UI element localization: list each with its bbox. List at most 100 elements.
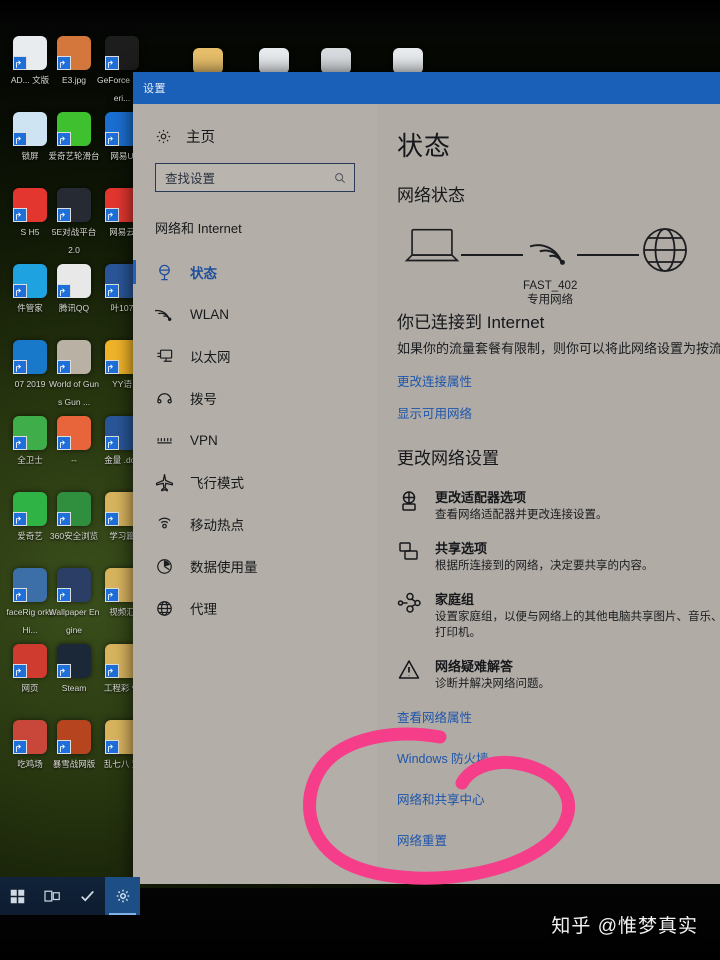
option-adapter[interactable]: 更改适配器选项 查看网络适配器并更改连接设置。	[397, 487, 720, 523]
network-diagram: FAST_402 专用网络	[403, 224, 720, 306]
pinned-app-button[interactable]	[70, 877, 105, 915]
sidebar-item-VPN[interactable]: VPN	[133, 419, 377, 461]
desktop-icon-label: 暴雪战网版	[52, 759, 96, 769]
desktop-icon-glyph	[57, 112, 91, 148]
link-show-available-networks[interactable]: 显示可用网络	[397, 403, 720, 422]
option-title: 共享选项	[435, 541, 488, 556]
link-change-connection-properties[interactable]: 更改连接属性	[397, 371, 720, 390]
desktop-icon-glyph	[13, 188, 47, 224]
desktop-icon-glyph	[13, 720, 47, 756]
dialup-icon	[155, 389, 174, 408]
desktop-icon-label: 视频汇	[109, 607, 135, 617]
desktop-icon-label: --	[71, 455, 77, 465]
desktop-file-icon[interactable]	[382, 48, 434, 74]
desktop-icon-label: 网页	[21, 683, 39, 693]
option-title: 家庭组	[435, 592, 475, 607]
desktop-icon-label: 锁屏	[21, 151, 39, 161]
desktop-file-icon[interactable]	[182, 48, 234, 74]
network-name-block: FAST_402 专用网络	[523, 279, 577, 307]
sidebar-item-代理[interactable]: 代理	[133, 587, 377, 629]
watermark: 知乎 @惟梦真实	[551, 916, 698, 937]
desktop-icon-glyph	[57, 492, 91, 528]
search-input[interactable]: 查找设置	[155, 163, 355, 192]
network-settings-option-list: 更改适配器选项 查看网络适配器并更改连接设置。 共享选项 根据所连接到的网络，决定要共…	[397, 487, 720, 692]
desktop-icon[interactable]: --	[48, 416, 100, 468]
desktop-icon[interactable]: 暴雪战网版	[48, 720, 100, 772]
sidebar-item-label: 状态	[190, 266, 217, 281]
change-network-settings-heading: 更改网络设置	[397, 449, 499, 468]
desktop-icon-label: 360安全浏览	[49, 531, 99, 541]
desktop-icon[interactable]: 腾讯QQ	[48, 264, 100, 316]
desktop-icon-label: E3.jpg	[61, 75, 87, 85]
sidebar-section-label: 网络和 Internet	[155, 221, 242, 236]
start-button[interactable]	[0, 877, 35, 915]
desktop-icon[interactable]: 360安全浏览	[48, 492, 100, 544]
bottom-link-1[interactable]: Windows 防火墙	[397, 748, 720, 767]
desktop-icon-label: 全卫士	[17, 455, 43, 465]
desktop-icon-glyph	[13, 416, 47, 452]
status-icon	[155, 263, 174, 282]
sidebar-item-拨号[interactable]: 拨号	[133, 377, 377, 419]
desktop-icon-label: 爱奇艺轮滑台	[48, 151, 100, 161]
window-title-bar[interactable]: 设置	[133, 72, 720, 104]
option-troubleshoot[interactable]: 网络疑难解答 诊断并解决网络问题。	[397, 656, 720, 692]
desktop-icon-label: 腾讯QQ	[58, 303, 90, 313]
desktop-icon-glyph	[13, 112, 47, 148]
connected-description: 如果你的流量套餐有限制，则你可以将此网络设置为按流量计费的连接，或者更改其他属性…	[397, 341, 720, 356]
desktop-icon-label: YY语	[112, 379, 132, 389]
desktop-file-glyph	[321, 48, 351, 74]
desktop-icon[interactable]: Steam	[48, 644, 100, 696]
desktop-icon-label: 叶107	[110, 303, 134, 313]
sidebar-home-label: 主页	[186, 130, 215, 146]
bottom-link-0[interactable]: 查看网络属性	[397, 707, 720, 726]
sidebar-item-label: VPN	[190, 432, 218, 448]
desktop-file-glyph	[193, 48, 223, 74]
option-title: 网络疑难解答	[435, 659, 514, 674]
desktop-icon-glyph	[13, 644, 47, 680]
sidebar-item-以太网[interactable]: 以太网	[133, 335, 377, 377]
sidebar-item-飞行模式[interactable]: 飞行模式	[133, 461, 377, 503]
option-homegroup[interactable]: 家庭组设置家庭组，以便与网络上的其他电脑共享图片、音乐、文件和打印机。	[397, 589, 720, 641]
desktop-icon[interactable]: 5E对战平台 2.0	[48, 188, 100, 258]
desktop-file-icon[interactable]	[248, 48, 300, 74]
sidebar-item-label: 拨号	[190, 392, 217, 407]
sidebar-item-WLAN[interactable]: WLAN	[133, 293, 377, 335]
desktop-icon-glyph	[57, 720, 91, 756]
sidebar-item-label: 数据使用量	[190, 560, 258, 575]
network-ssid: FAST_402	[523, 280, 578, 292]
sidebar-item-状态[interactable]: 状态	[133, 251, 377, 293]
desktop-icon-label: 网易云	[109, 227, 135, 237]
network-status-heading: 网络状态	[397, 186, 465, 205]
desktop-icon[interactable]: 爱奇艺轮滑台	[48, 112, 100, 164]
wifi-link-group: FAST_402 专用网络	[523, 224, 577, 307]
desktop-icon-glyph	[13, 36, 47, 72]
option-description: 设置家庭组，以便与网络上的其他电脑共享图片、音乐、文件和打印机。	[435, 611, 720, 639]
settings-taskbar-button[interactable]	[105, 877, 140, 915]
window-title: 设置	[143, 83, 166, 95]
desktop-icon-label: 件管家	[17, 303, 43, 313]
desktop-icon-glyph	[13, 492, 47, 528]
diagram-link-line-2	[577, 254, 640, 256]
desktop-icon-glyph	[13, 340, 47, 376]
globe-icon	[639, 224, 691, 281]
settings-content: 状态 网络状态 FAST_402 专用网络 你已连接到 Internet 如果你…	[377, 104, 720, 884]
option-sharing[interactable]: 共享选项 根据所连接到的网络，决定要共享的内容。	[397, 538, 720, 574]
desktop-icon[interactable]: E3.jpg	[48, 36, 100, 88]
desktop-icon[interactable]: Wallpaper Engine	[48, 568, 100, 638]
wifi-icon	[153, 305, 174, 324]
task-view-button[interactable]	[35, 877, 70, 915]
desktop-icon-label: 网易U	[110, 151, 134, 161]
bottom-link-3[interactable]: 网络重置	[397, 830, 720, 849]
option-title: 更改适配器选项	[435, 490, 527, 505]
desktop-top-shadow	[0, 0, 720, 40]
hotspot-icon	[155, 515, 174, 534]
bottom-link-2[interactable]: 网络和共享中心	[397, 789, 720, 808]
search-icon	[333, 171, 347, 185]
settings-sidebar: 主页 查找设置 网络和 Internet 状态 WLAN 以太网拨号 VPN 飞行模式移…	[133, 104, 377, 884]
sidebar-item-数据使用量[interactable]: 数据使用量	[133, 545, 377, 587]
sidebar-item-移动热点[interactable]: 移动热点	[133, 503, 377, 545]
desktop-file-glyph	[259, 48, 289, 74]
desktop-file-icon[interactable]	[310, 48, 362, 74]
desktop-icon[interactable]: World of Guns Gun ...	[48, 340, 100, 410]
sidebar-home-button[interactable]: 主页	[133, 120, 377, 153]
